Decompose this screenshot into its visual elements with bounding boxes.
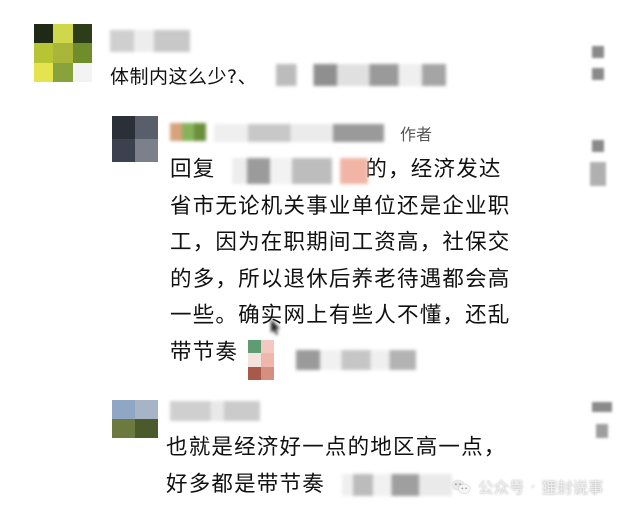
mouse-cursor-icon [271,319,280,335]
reply-prefix: 回复 [170,157,216,182]
commenter-name-redacted[interactable] [170,401,260,421]
more-action-icon[interactable] [592,46,604,58]
avatar[interactable] [112,116,158,162]
reply-line: 的多，所以退休后养老待遇都会高 [170,266,511,292]
like-count [590,162,606,186]
avatar[interactable] [34,24,92,82]
watermark-channel: 公众号 [478,479,525,497]
comment-reply-text: 回复 的，经济发达 省市无论机关事业单位还是企业职 工，因为在职期间工资高，社保交… [170,152,520,371]
emoji [340,158,368,184]
watermark: 公众号 · 狸封说事 [450,476,603,498]
redacted-text [296,350,416,370]
reply-line-tail: 的，经济发达 [365,157,502,182]
watermark-name: 狸封说事 [541,479,604,497]
commenter-name-redacted[interactable] [214,124,384,142]
more-action-icon[interactable] [592,68,604,80]
emoji [248,340,274,380]
user-badge [170,123,206,141]
reply-line: 省市无论机关事业单位还是企业职 [170,193,511,219]
wechat-icon [451,479,471,494]
reply-line: 工，因为在职期间工资高，社保交 [170,230,511,255]
comment-line: 也就是经济好一点的地区高一点， [166,435,507,460]
author-tag: 作者 [400,125,433,144]
redacted-text [342,474,452,496]
commenter-name-redacted[interactable] [110,30,190,52]
redacted-text [276,64,446,86]
redacted-text [232,158,332,184]
reply-line: 一些。确实网上有些人不懂，还乱 [170,303,511,328]
like-icon[interactable] [592,140,604,152]
comment-text: 体制内这么少?、 [110,66,258,88]
avatar[interactable] [112,400,158,438]
like-icon[interactable] [592,402,612,412]
like-count [596,424,608,438]
